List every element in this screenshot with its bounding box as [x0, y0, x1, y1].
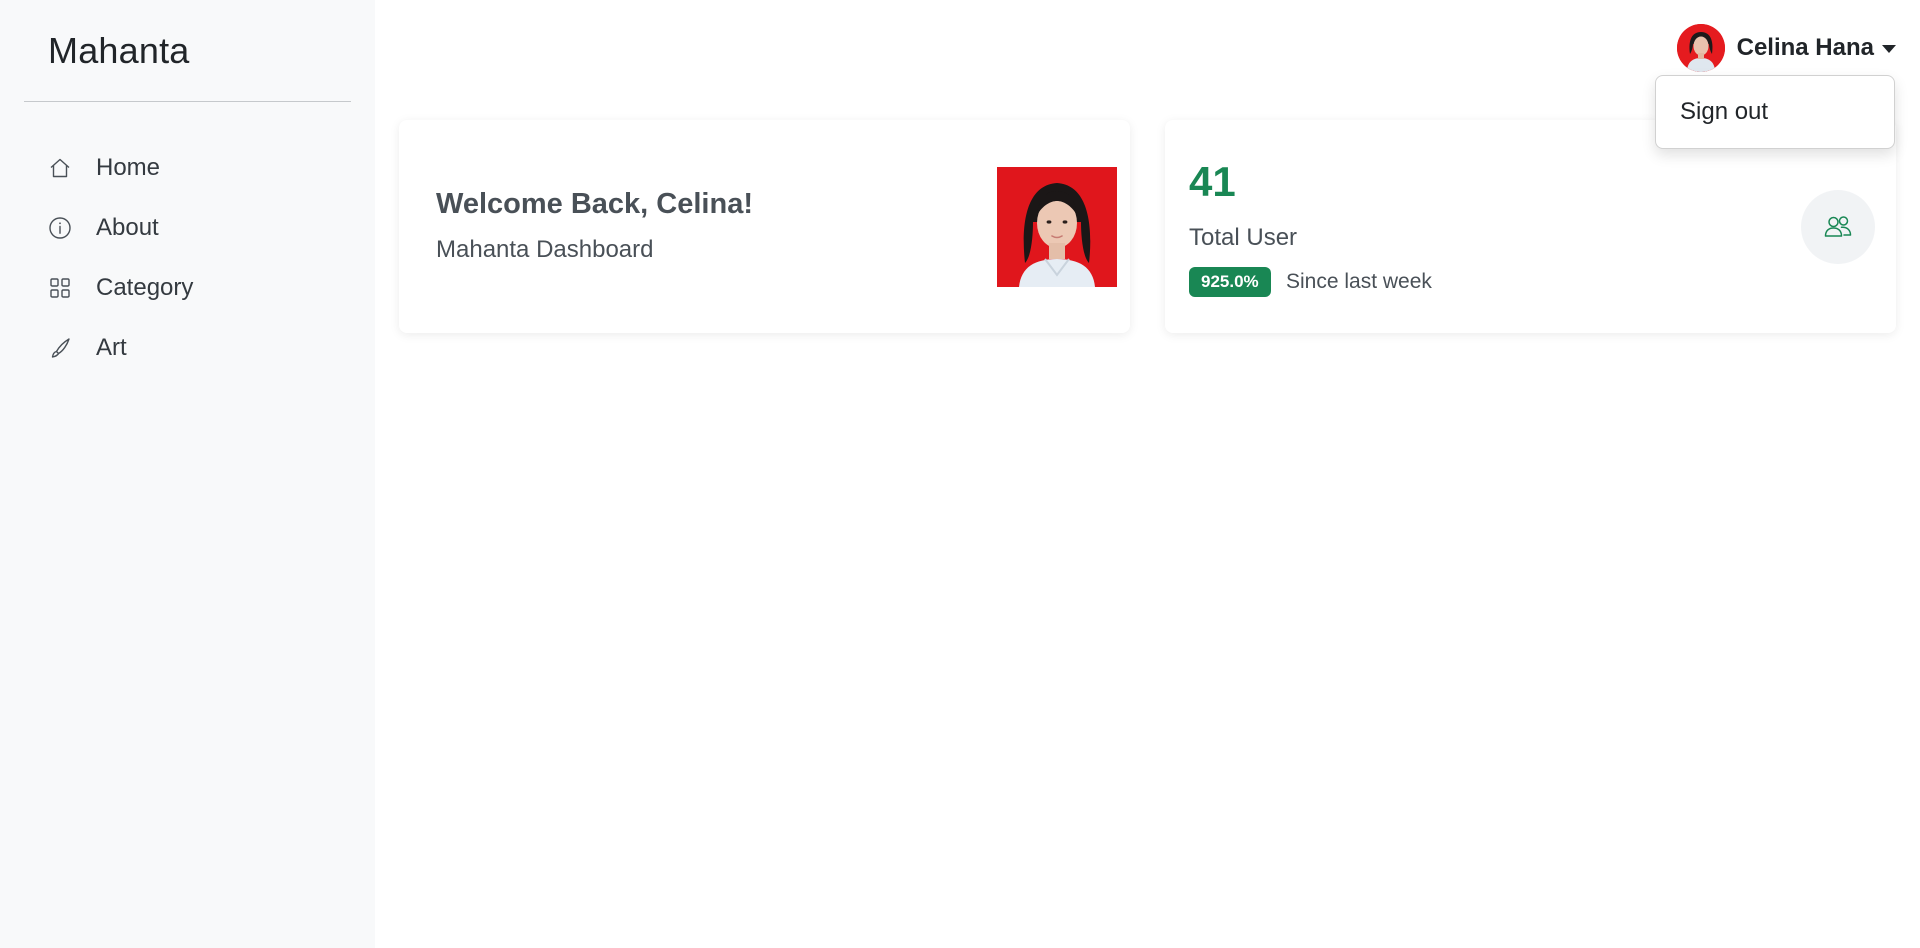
since-text: Since last week [1286, 270, 1432, 293]
sidebar-item-art[interactable]: Art [0, 318, 375, 378]
sidebar-item-label: About [96, 214, 159, 241]
info-icon [48, 216, 72, 240]
welcome-subtitle: Mahanta Dashboard [436, 236, 654, 263]
total-user-card: 41 Total User 925.0% Since last week [1165, 120, 1896, 333]
sidebar-divider [24, 101, 351, 102]
sidebar-item-home[interactable]: Home [0, 138, 375, 198]
grid-icon [48, 276, 72, 300]
sidebar-item-about[interactable]: About [0, 198, 375, 258]
sidebar-item-category[interactable]: Category [0, 258, 375, 318]
sign-out-menu-item[interactable]: Sign out [1656, 88, 1894, 136]
users-icon [1801, 190, 1875, 264]
user-menu-toggle[interactable]: Celina Hana [1676, 24, 1896, 72]
brush-icon [48, 336, 72, 360]
sidebar-item-label: Home [96, 154, 161, 181]
sidebar-item-label: Category [96, 274, 194, 301]
sidebar-nav: Home About Category Art [0, 138, 375, 378]
home-icon [48, 156, 72, 180]
sidebar-item-label: Art [96, 334, 127, 361]
user-name: Celina Hana [1736, 34, 1874, 61]
brand-logo[interactable]: Mahanta [48, 30, 190, 72]
main-content: Celina Hana Sign out Welcome Back, Celin… [375, 0, 1920, 948]
caret-down-icon [1882, 45, 1896, 53]
avatar [1676, 24, 1725, 72]
sidebar: Mahanta Home About Category Art [0, 0, 375, 948]
total-user-label: Total User [1189, 224, 1298, 251]
profile-photo [997, 167, 1117, 287]
total-user-value: 41 [1189, 158, 1236, 205]
growth-badge: 925.0% [1189, 267, 1271, 297]
welcome-card: Welcome Back, Celina! Mahanta Dashboard [399, 120, 1130, 333]
welcome-title: Welcome Back, Celina! [436, 188, 753, 220]
user-dropdown-menu: Sign out [1655, 75, 1895, 149]
